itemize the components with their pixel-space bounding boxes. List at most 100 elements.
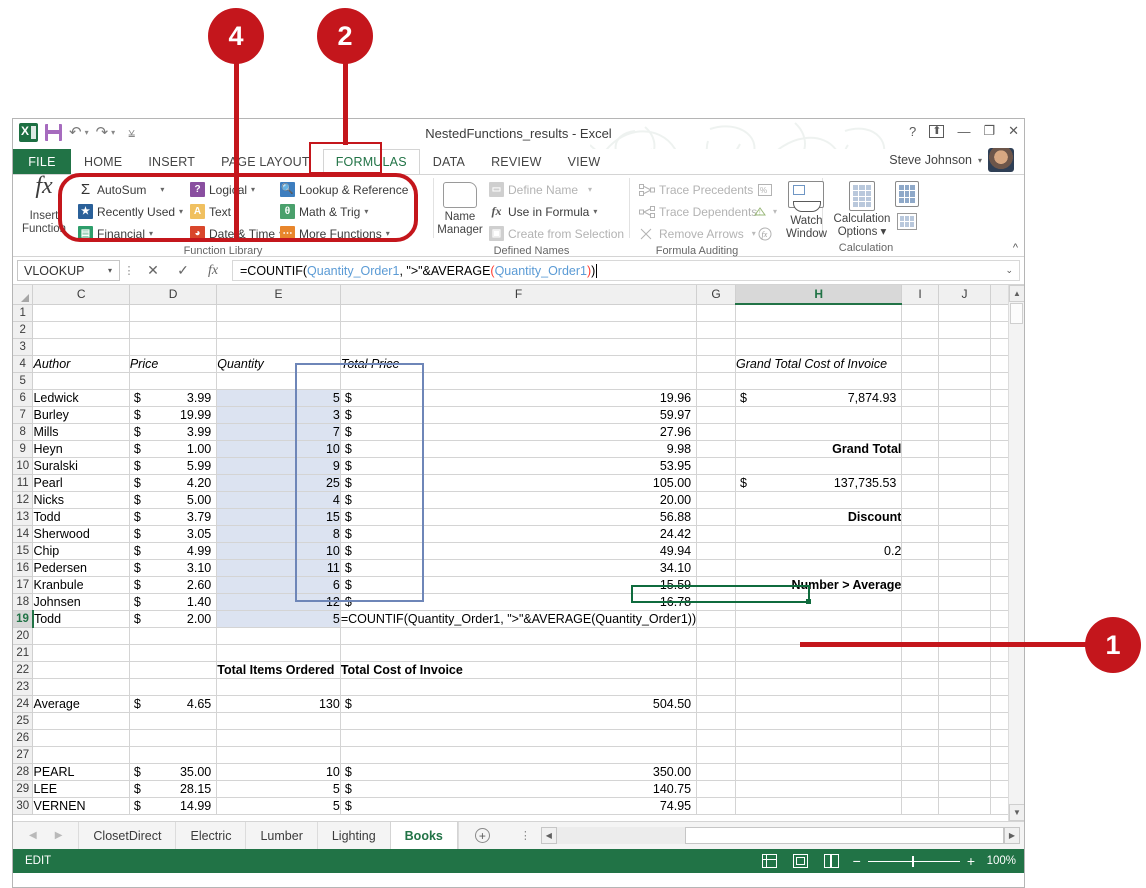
hscroll-track[interactable] bbox=[556, 827, 1004, 844]
cell-J5[interactable] bbox=[938, 372, 992, 390]
cell-H26[interactable] bbox=[735, 729, 903, 747]
cell-J19[interactable] bbox=[938, 610, 992, 628]
cell-E24[interactable]: 130 bbox=[216, 695, 341, 713]
cell-C30[interactable]: VERNEN bbox=[32, 797, 130, 815]
cell-I30[interactable] bbox=[901, 797, 939, 815]
cell-J14[interactable] bbox=[938, 525, 992, 543]
row-header-21[interactable]: 21 bbox=[13, 644, 34, 662]
show-formulas-button[interactable]: % bbox=[750, 179, 780, 200]
vertical-scroll-thumb[interactable] bbox=[1010, 303, 1023, 324]
row-header-27[interactable]: 27 bbox=[13, 746, 34, 764]
cell-J3[interactable] bbox=[938, 338, 992, 356]
cell-G8[interactable] bbox=[696, 423, 737, 441]
trace-dependents-button[interactable]: Trace Dependents bbox=[636, 201, 757, 222]
cell-E10[interactable]: 9 bbox=[216, 457, 341, 475]
cell-E4[interactable]: Quantity bbox=[216, 355, 341, 373]
table-row[interactable]: 14 Sherwood $3.05 8 $24.42 bbox=[13, 525, 1024, 543]
row-header-22[interactable]: 22 bbox=[13, 661, 34, 679]
cell-D11[interactable]: $4.20 bbox=[129, 474, 218, 492]
cell-E13[interactable]: 15 bbox=[216, 508, 341, 526]
zoom-out-icon[interactable]: − bbox=[853, 854, 861, 868]
cell-J30[interactable] bbox=[938, 797, 992, 815]
sheet-tab-lighting[interactable]: Lighting bbox=[316, 822, 390, 849]
cell-G15[interactable] bbox=[696, 542, 737, 560]
cell-J29[interactable] bbox=[938, 780, 992, 798]
cell-D15[interactable]: $4.99 bbox=[129, 542, 218, 560]
cell-H19[interactable] bbox=[735, 610, 903, 628]
sheet-prev-icon[interactable]: ◀ bbox=[29, 830, 37, 841]
cell-H15[interactable]: 0.2 bbox=[735, 542, 903, 560]
cell-D14[interactable]: $3.05 bbox=[129, 525, 218, 543]
cell-D5[interactable] bbox=[129, 372, 218, 390]
insert-function-icon[interactable]: fx bbox=[198, 263, 228, 279]
cell-E6[interactable]: 5 bbox=[216, 389, 341, 407]
cell-D22[interactable] bbox=[129, 661, 218, 679]
cell-C4[interactable]: Author bbox=[32, 355, 130, 373]
scroll-down-button[interactable]: ▼ bbox=[1009, 804, 1024, 821]
cell-C2[interactable] bbox=[32, 321, 130, 339]
cell-D13[interactable]: $3.79 bbox=[129, 508, 218, 526]
row-header-28[interactable]: 28 bbox=[13, 763, 34, 781]
cell-G29[interactable] bbox=[696, 780, 737, 798]
cell-D23[interactable] bbox=[129, 678, 218, 696]
column-header-J[interactable]: J bbox=[938, 285, 992, 305]
zoom-control[interactable]: − + 100% bbox=[853, 854, 1016, 868]
cell-D16[interactable]: $3.10 bbox=[129, 559, 218, 577]
row-header-14[interactable]: 14 bbox=[13, 525, 34, 543]
table-row[interactable]: 16 Pedersen $3.10 11 $34.10 bbox=[13, 559, 1024, 577]
sheet-tab-electric[interactable]: Electric bbox=[175, 822, 245, 849]
restore-icon[interactable]: ❐ bbox=[983, 123, 995, 139]
cell-G17[interactable] bbox=[696, 576, 737, 594]
define-name-button[interactable]: ▭ Define Name ▾ bbox=[486, 179, 626, 200]
cell-E5[interactable] bbox=[216, 372, 341, 390]
ribbon-display-options-icon[interactable]: ⬆ bbox=[929, 124, 945, 138]
cell-E9[interactable]: 10 bbox=[216, 440, 341, 458]
cell-E20[interactable] bbox=[216, 627, 341, 645]
cell-H24[interactable] bbox=[735, 695, 903, 713]
cell-I29[interactable] bbox=[901, 780, 939, 798]
row-header-17[interactable]: 17 bbox=[13, 576, 34, 594]
view-buttons[interactable] bbox=[761, 854, 853, 868]
cell-H17[interactable]: Number > Average bbox=[735, 576, 903, 594]
split-handle[interactable]: ⋮ bbox=[506, 822, 541, 849]
ribbon-tab-strip[interactable]: FILE HOME INSERT PAGE LAYOUT FORMULAS DA… bbox=[13, 149, 1024, 175]
cell-H25[interactable] bbox=[735, 712, 903, 730]
tab-insert[interactable]: INSERT bbox=[135, 149, 208, 174]
cell-I24[interactable] bbox=[901, 695, 939, 713]
cell-G9[interactable] bbox=[696, 440, 737, 458]
cell-G26[interactable] bbox=[696, 729, 737, 747]
cell-C3[interactable] bbox=[32, 338, 130, 356]
cell-D17[interactable]: $2.60 bbox=[129, 576, 218, 594]
row-header-6[interactable]: 6 bbox=[13, 389, 34, 407]
row-header-9[interactable]: 9 bbox=[13, 440, 34, 458]
name-box[interactable]: VLOOKUP ▾ bbox=[17, 260, 120, 281]
cell-E11[interactable]: 25 bbox=[216, 474, 341, 492]
row-header-23[interactable]: 23 bbox=[13, 678, 34, 696]
cell-C22[interactable] bbox=[32, 661, 130, 679]
table-row[interactable]: 5 bbox=[13, 372, 1024, 390]
remove-arrows-button[interactable]: Remove Arrows ▾ bbox=[636, 223, 756, 244]
cell-C5[interactable] bbox=[32, 372, 130, 390]
create-from-selection-button[interactable]: ▣ Create from Selection bbox=[486, 223, 626, 244]
cell-J17[interactable] bbox=[938, 576, 992, 594]
cell-E27[interactable] bbox=[216, 746, 341, 764]
cell-I28[interactable] bbox=[901, 763, 939, 781]
cell-H6[interactable]: $7,874.93 bbox=[735, 389, 903, 407]
cell-D24[interactable]: $4.65 bbox=[129, 695, 218, 713]
row-header-2[interactable]: 2 bbox=[13, 321, 34, 339]
cell-H14[interactable] bbox=[735, 525, 903, 543]
row-header-4[interactable]: 4 bbox=[13, 355, 34, 373]
cell-C19[interactable]: Todd bbox=[32, 610, 130, 628]
row-header-10[interactable]: 10 bbox=[13, 457, 34, 475]
table-row[interactable]: 7 Burley $19.99 3 $59.97 bbox=[13, 406, 1024, 424]
error-checking-caret-icon[interactable]: ▾ bbox=[773, 207, 777, 216]
cell-G28[interactable] bbox=[696, 763, 737, 781]
cell-D6[interactable]: $3.99 bbox=[129, 389, 218, 407]
cell-G13[interactable] bbox=[696, 508, 737, 526]
cell-H7[interactable] bbox=[735, 406, 903, 424]
cell-C1[interactable] bbox=[32, 304, 130, 322]
cell-J4[interactable] bbox=[938, 355, 992, 373]
cell-H22[interactable] bbox=[735, 661, 903, 679]
cell-I19[interactable] bbox=[901, 610, 939, 628]
cell-H23[interactable] bbox=[735, 678, 903, 696]
